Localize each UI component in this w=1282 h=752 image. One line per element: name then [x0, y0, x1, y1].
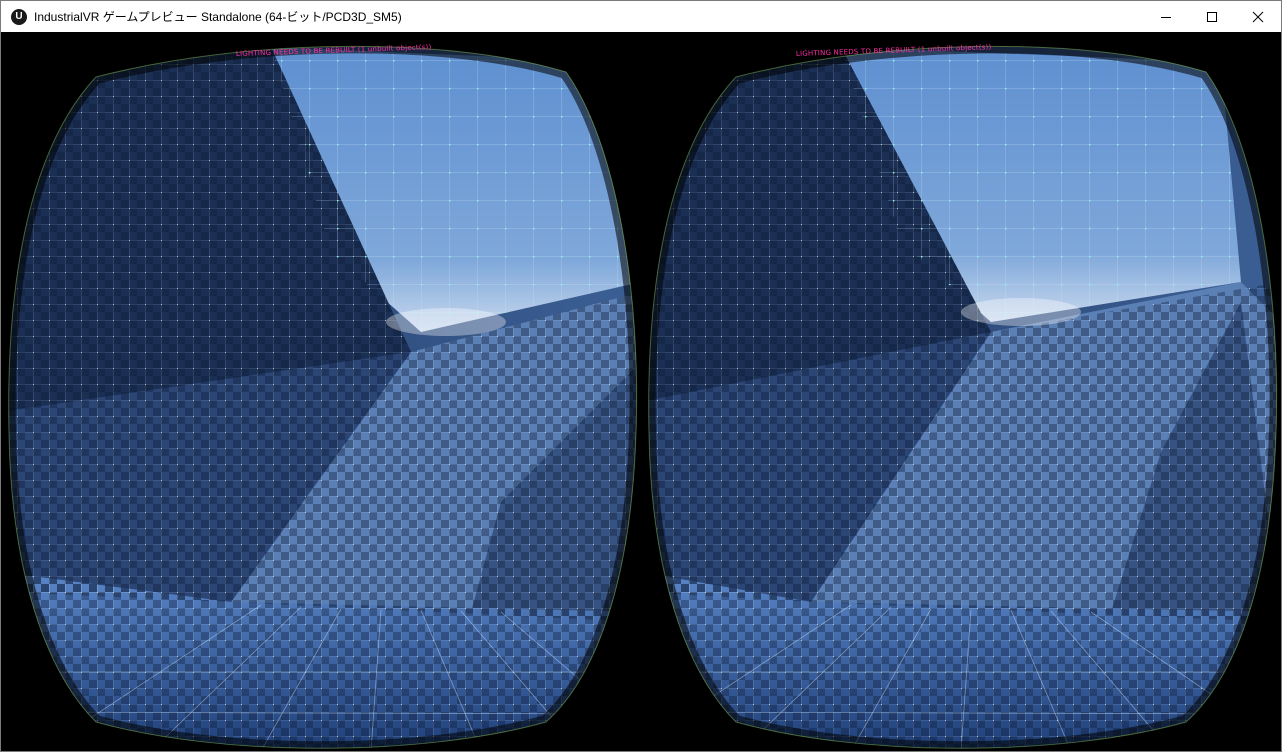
minimize-button[interactable] [1143, 1, 1189, 32]
maximize-button[interactable] [1189, 1, 1235, 32]
window-controls [1143, 1, 1281, 32]
maximize-icon [1207, 11, 1217, 22]
right-eye-view: LIGHTING NEEDS TO BE REBUILT (1 unbuilt … [648, 43, 1278, 749]
stereo-game-viewport[interactable]: LIGHTING NEEDS TO BE REBUILT (1 unbuilt … [1, 32, 1281, 751]
game-window: U IndustrialVR ゲームプレビュー Standalone (64-ビ… [0, 0, 1282, 752]
left-eye-view: LIGHTING NEEDS TO BE REBUILT (1 unbuilt … [8, 43, 638, 749]
title-bar[interactable]: U IndustrialVR ゲームプレビュー Standalone (64-ビ… [1, 1, 1281, 32]
unreal-app-icon: U [11, 8, 27, 25]
minimize-icon [1161, 16, 1171, 18]
close-button[interactable] [1235, 1, 1281, 32]
window-title: IndustrialVR ゲームプレビュー Standalone (64-ビット… [34, 10, 402, 24]
close-icon [1252, 11, 1264, 22]
